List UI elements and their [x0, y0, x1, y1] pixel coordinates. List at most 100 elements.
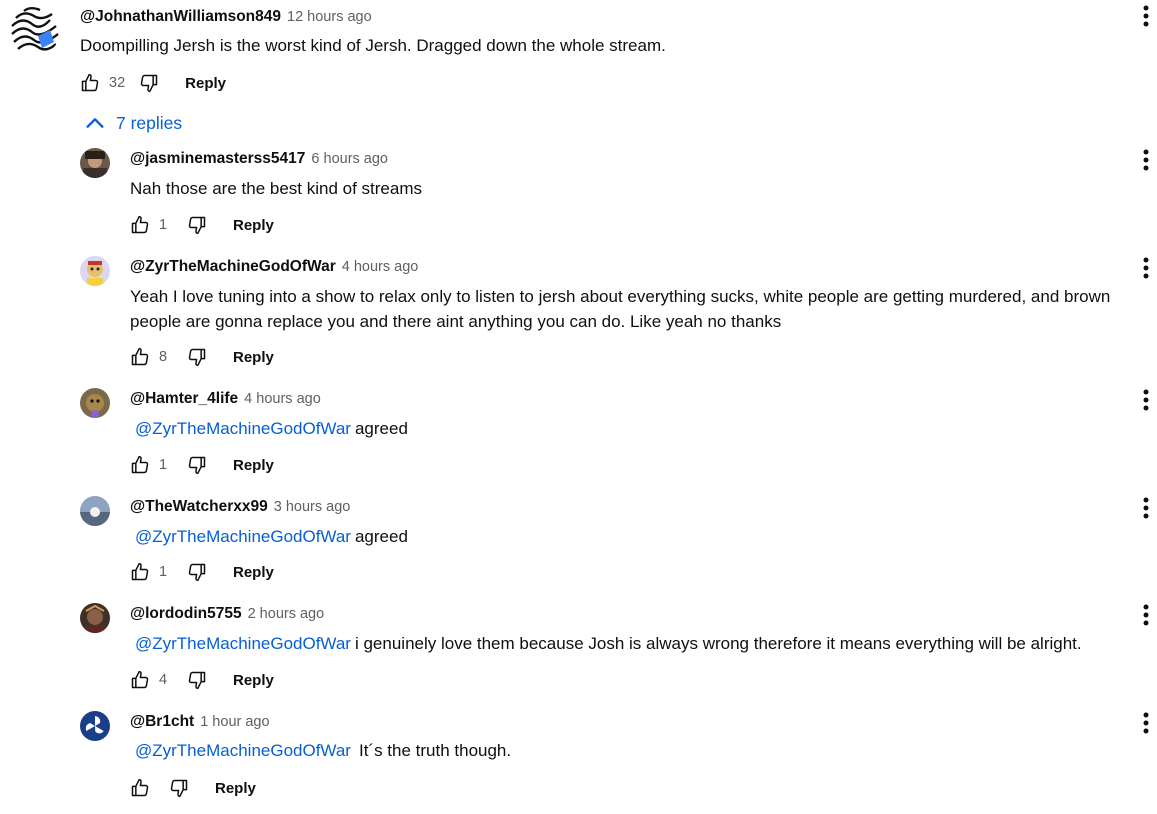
comment-header: @Br1cht 1 hour ago	[130, 713, 270, 731]
comment-text: Doompilling Jersh is the worst kind of J…	[80, 36, 666, 55]
comment-actions: 32 Reply	[80, 69, 226, 97]
thumb-up-icon[interactable]	[130, 455, 150, 475]
timestamp[interactable]: 12 hours ago	[287, 9, 372, 25]
comment-header: @TheWatcherxx99 3 hours ago	[130, 498, 350, 516]
comment-body: It´s the truth though.	[358, 741, 512, 760]
comment-header: @JohnathanWilliamson849 12 hours ago	[80, 8, 372, 26]
more-vert-icon[interactable]	[1136, 4, 1156, 28]
thumb-up-icon[interactable]	[130, 347, 150, 367]
comment-actions: 1 Reply	[130, 558, 274, 586]
timestamp[interactable]: 6 hours ago	[311, 151, 388, 167]
avatar[interactable]	[80, 256, 110, 286]
reply-comment: @Br1cht 1 hour ago @ZyrTheMachineGodOfWa…	[0, 711, 1157, 811]
comment-header: @lordodin5755 2 hours ago	[130, 605, 324, 623]
thumb-up-icon[interactable]	[130, 562, 150, 582]
timestamp[interactable]: 1 hour ago	[200, 714, 269, 730]
more-vert-icon[interactable]	[1136, 388, 1156, 412]
thumb-up-icon[interactable]	[130, 778, 150, 798]
reply-button[interactable]: Reply	[233, 217, 274, 234]
thumb-down-icon[interactable]	[139, 73, 159, 93]
comment-body: i genuinely love them because Josh is al…	[354, 634, 1082, 653]
comment-text: @ZyrTheMachineGodOfWar i genuinely love t…	[130, 631, 1140, 656]
more-vert-icon[interactable]	[1136, 496, 1156, 520]
avatar[interactable]	[80, 711, 110, 741]
reply-button[interactable]: Reply	[233, 457, 274, 474]
landscape-avatar-icon	[80, 496, 110, 526]
comment-body: Nah those are the best kind of streams	[130, 179, 422, 198]
comment-text: @ZyrTheMachineGodOfWar agreed	[130, 524, 1140, 549]
reply-button[interactable]: Reply	[233, 672, 274, 689]
chevron-up-icon	[86, 118, 104, 128]
more-vert-icon[interactable]	[1136, 711, 1156, 735]
comment-actions: 4 Reply	[130, 666, 274, 694]
author-name[interactable]: @Hamter_4life	[130, 390, 238, 408]
mention-link[interactable]: @ZyrTheMachineGodOfWar	[135, 634, 351, 653]
warrior-avatar-icon	[80, 603, 110, 633]
author-name[interactable]: @jasminemasterss5417	[130, 150, 305, 168]
hamster-avatar-icon	[80, 388, 110, 418]
thumb-down-icon[interactable]	[187, 562, 207, 582]
thumb-up-icon[interactable]	[130, 215, 150, 235]
avatar[interactable]	[80, 388, 110, 418]
thumb-down-icon[interactable]	[187, 670, 207, 690]
comment-text: Yeah I love tuning into a show to relax …	[130, 284, 1140, 334]
swirl-pattern-avatar-icon	[10, 6, 60, 56]
thumb-down-icon[interactable]	[187, 215, 207, 235]
timestamp[interactable]: 2 hours ago	[248, 606, 325, 622]
reply-comment: @Hamter_4life 4 hours ago @ZyrTheMachine…	[0, 388, 1157, 488]
reply-button[interactable]: Reply	[215, 780, 256, 797]
like-count: 4	[159, 672, 168, 688]
comment-header: @jasminemasterss5417 6 hours ago	[130, 150, 388, 168]
comment-text: @ZyrTheMachineGodOfWar It´s the truth tho…	[130, 738, 1140, 763]
comment-body: agreed	[354, 527, 408, 546]
reply-comment: @TheWatcherxx99 3 hours ago @ZyrTheMachi…	[0, 496, 1157, 596]
comment-actions: 1 Reply	[130, 451, 274, 479]
comment-actions: 8 Reply	[130, 343, 274, 371]
reply-button[interactable]: Reply	[233, 349, 274, 366]
reply-comment: @ZyrTheMachineGodOfWar 4 hours ago Yeah …	[0, 256, 1157, 376]
replies-count-label: 7 replies	[116, 112, 183, 133]
author-name[interactable]: @Br1cht	[130, 713, 194, 731]
top-comment: @JohnathanWilliamson849 12 hours ago Doo…	[0, 0, 1157, 100]
author-name[interactable]: @ZyrTheMachineGodOfWar	[130, 258, 336, 276]
reply-comment: @lordodin5755 2 hours ago @ZyrTheMachine…	[0, 603, 1157, 703]
comment-header: @ZyrTheMachineGodOfWar 4 hours ago	[130, 258, 418, 276]
thumb-up-icon[interactable]	[130, 670, 150, 690]
comment-actions: Reply	[130, 774, 256, 802]
thumb-down-icon[interactable]	[187, 455, 207, 475]
comment-body: Yeah I love tuning into a show to relax …	[130, 287, 1111, 331]
more-vert-icon[interactable]	[1136, 148, 1156, 172]
tri-swirl-logo-avatar-icon	[80, 711, 110, 741]
thumb-down-icon[interactable]	[187, 347, 207, 367]
thumb-down-icon[interactable]	[169, 778, 189, 798]
like-count: 8	[159, 349, 168, 365]
avatar[interactable]	[80, 148, 110, 178]
reply-button[interactable]: Reply	[233, 564, 274, 581]
mention-link[interactable]: @ZyrTheMachineGodOfWar	[135, 527, 351, 546]
cartoon-avatar-icon	[80, 256, 110, 286]
author-name[interactable]: @TheWatcherxx99	[130, 498, 268, 516]
like-count: 1	[159, 457, 168, 473]
avatar[interactable]	[80, 603, 110, 633]
reply-button[interactable]: Reply	[185, 75, 226, 92]
avatar[interactable]	[80, 496, 110, 526]
timestamp[interactable]: 4 hours ago	[244, 391, 321, 407]
like-count: 32	[109, 75, 126, 91]
timestamp[interactable]: 4 hours ago	[342, 259, 419, 275]
author-name[interactable]: @JohnathanWilliamson849	[80, 8, 281, 26]
more-vert-icon[interactable]	[1136, 603, 1156, 627]
like-count: 1	[159, 564, 168, 580]
comment-actions: 1 Reply	[130, 211, 274, 239]
comment-text: Nah those are the best kind of streams	[130, 176, 1140, 201]
timestamp[interactable]: 3 hours ago	[274, 499, 351, 515]
reply-comment: @jasminemasterss5417 6 hours ago Nah tho…	[0, 148, 1157, 248]
author-name[interactable]: @lordodin5755	[130, 605, 242, 623]
mention-link[interactable]: @ZyrTheMachineGodOfWar	[135, 741, 351, 760]
comment-body: agreed	[354, 419, 408, 438]
comment-text: @ZyrTheMachineGodOfWar agreed	[130, 416, 1140, 441]
replies-toggle[interactable]: 7 replies	[84, 112, 182, 134]
mention-link[interactable]: @ZyrTheMachineGodOfWar	[135, 419, 351, 438]
avatar[interactable]	[10, 6, 60, 56]
thumb-up-icon[interactable]	[80, 73, 100, 93]
more-vert-icon[interactable]	[1136, 256, 1156, 280]
